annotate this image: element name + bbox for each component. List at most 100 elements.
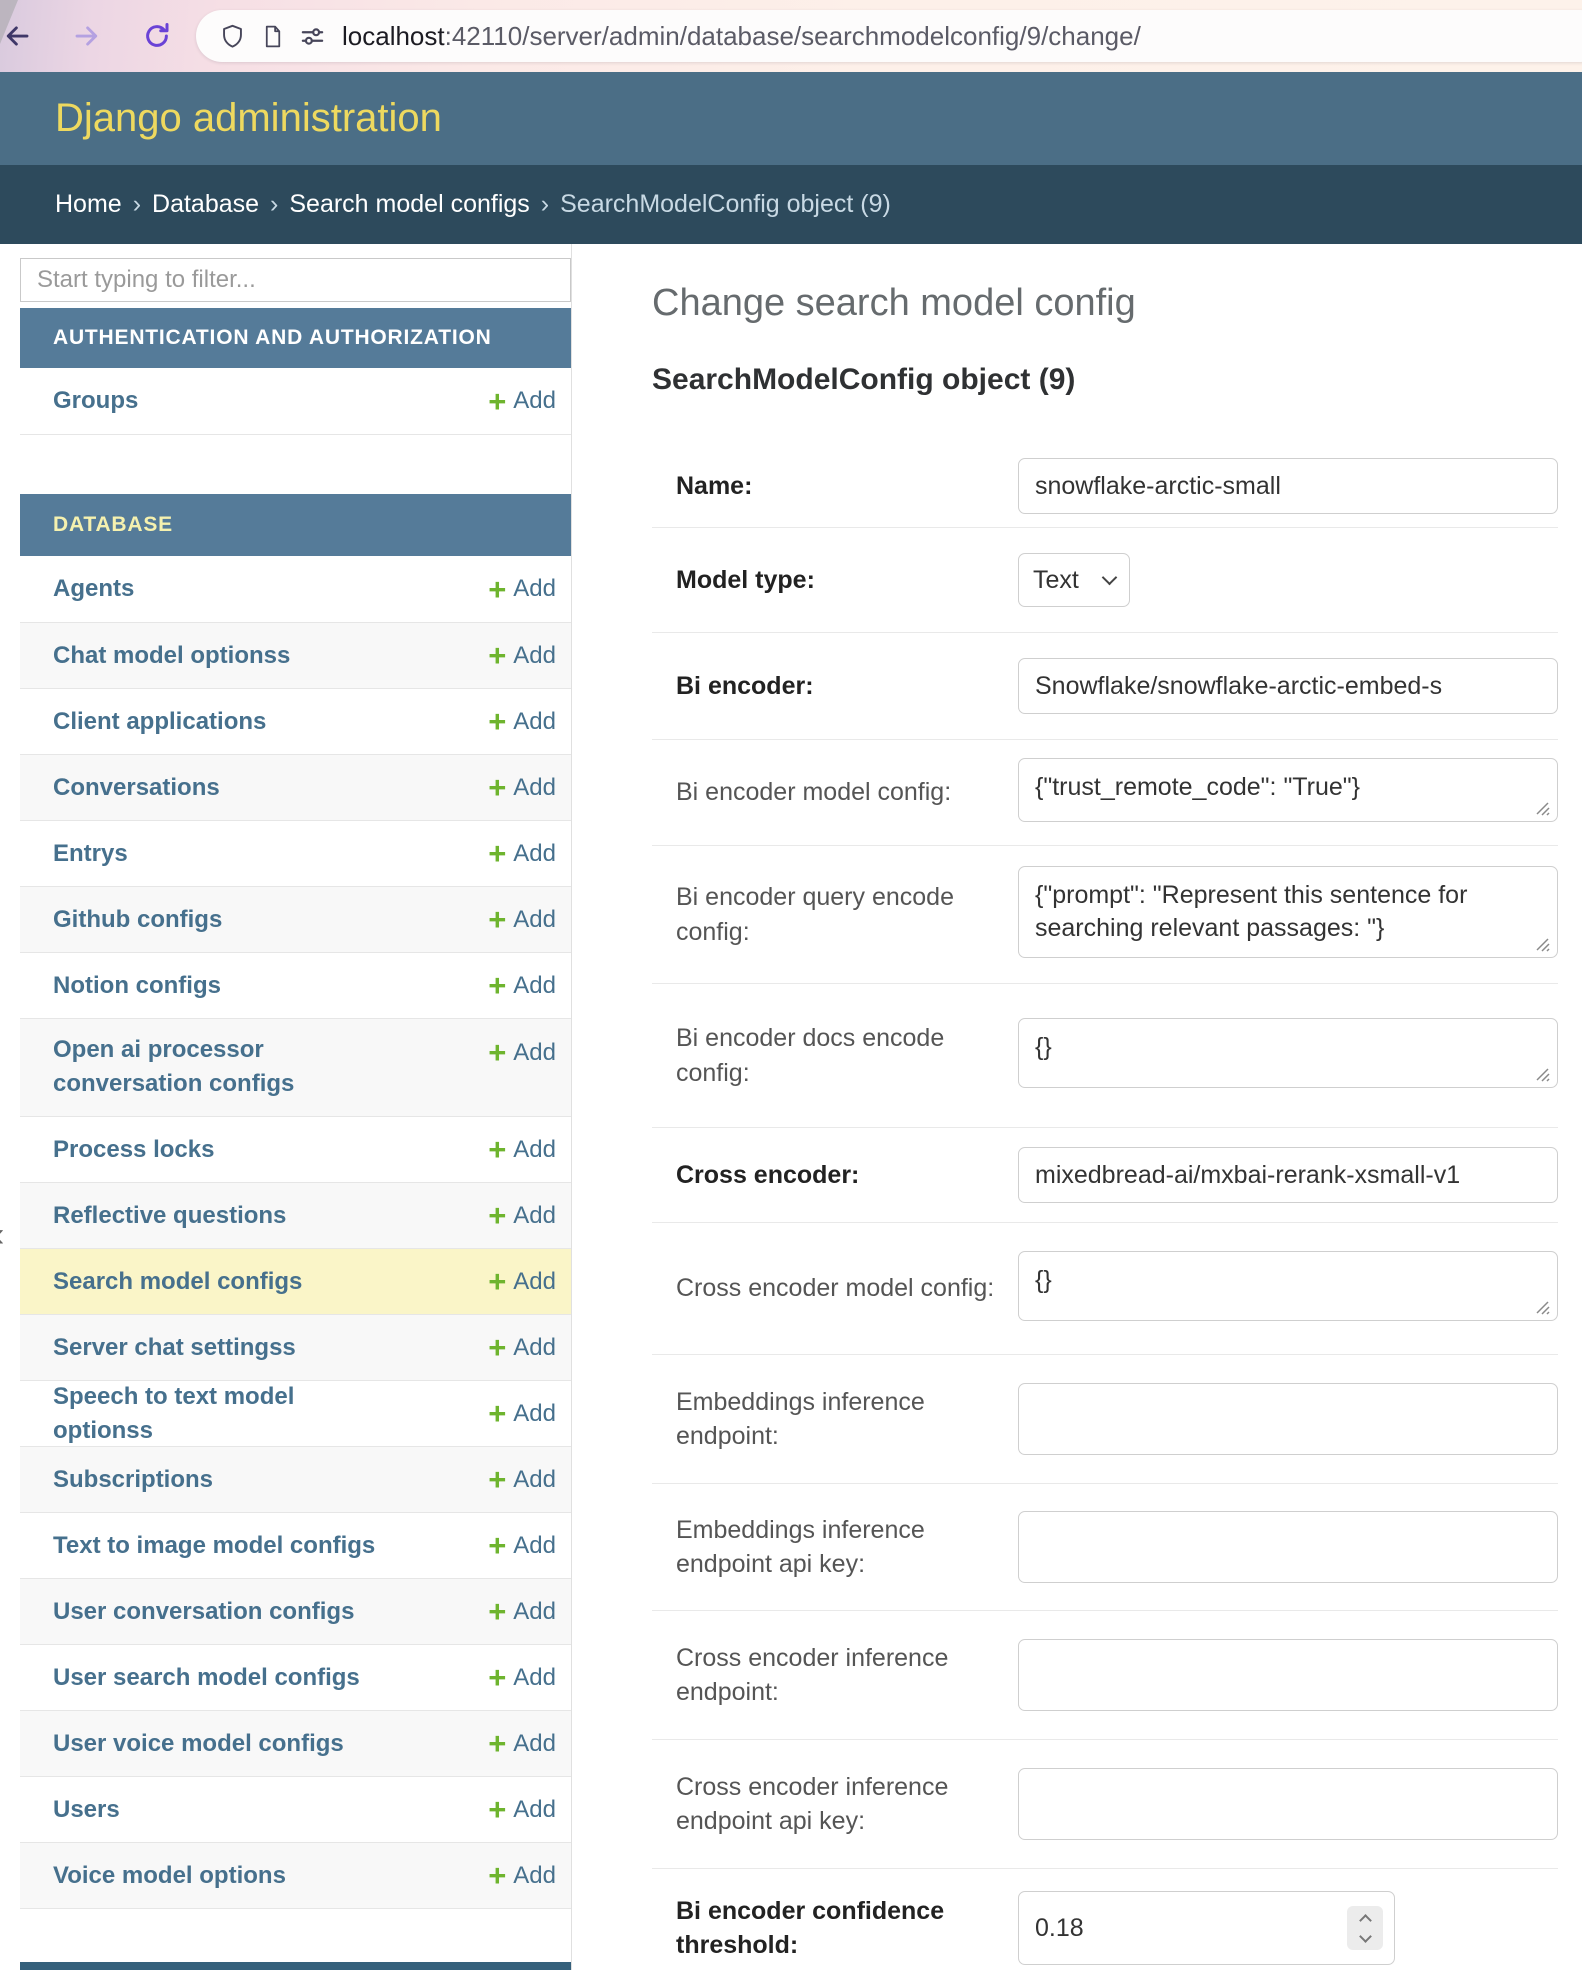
cross-encoder-model-config-textarea[interactable]: {} xyxy=(1018,1251,1558,1321)
breadcrumb-database[interactable]: Database xyxy=(152,190,259,219)
bi-encoder-docs-encode-config-textarea[interactable]: {} xyxy=(1018,1018,1558,1088)
field-label: Cross encoder model config: xyxy=(652,1271,1018,1306)
add-groups-link[interactable]: +Add xyxy=(488,386,571,417)
sidebar-link[interactable]: Subscriptions xyxy=(20,1463,213,1497)
page-info-icon[interactable] xyxy=(252,16,292,56)
add-link[interactable]: +Add xyxy=(488,1596,571,1627)
add-link[interactable]: +Add xyxy=(488,772,571,803)
sidebar-link[interactable]: User search model configs xyxy=(20,1661,360,1695)
back-button[interactable] xyxy=(0,19,34,53)
sidebar-link[interactable]: Reflective questions xyxy=(20,1199,286,1233)
plus-icon: + xyxy=(488,386,506,417)
field-label: Name: xyxy=(652,469,1018,504)
form-row-cross-encoder-inference-endpoint: Cross encoder inference endpoint: xyxy=(652,1611,1558,1740)
sidebar-link[interactable]: Process locks xyxy=(20,1133,214,1167)
breadcrumb-home[interactable]: Home xyxy=(55,190,122,219)
sidebar-collapse-toggle[interactable]: ‹ xyxy=(0,1216,4,1255)
sidebar-item-user-conversation-configs: User conversation configs +Add xyxy=(20,1578,571,1644)
content-main: Change search model config SearchModelCo… xyxy=(572,244,1582,1970)
field-label: Bi encoder query encode config: xyxy=(652,880,1018,949)
sidebar-item-client-applications: Client applications +Add xyxy=(20,688,571,754)
sidebar-link[interactable]: Chat model optionss xyxy=(20,639,290,673)
form-row-name: Name: xyxy=(652,445,1558,528)
sidebar-item-chat-model-optionss: Chat model optionss +Add xyxy=(20,622,571,688)
add-link[interactable]: +Add xyxy=(488,1530,571,1561)
add-link[interactable]: +Add xyxy=(488,838,571,869)
add-link[interactable]: +Add xyxy=(488,970,571,1001)
sidebar-link[interactable]: Client applications xyxy=(20,705,266,739)
add-link[interactable]: +Add xyxy=(488,1019,571,1068)
shield-icon[interactable] xyxy=(212,16,252,56)
sidebar-link[interactable]: Text to image model configs xyxy=(20,1529,375,1563)
add-link[interactable]: +Add xyxy=(488,904,571,935)
sidebar-link[interactable]: User conversation configs xyxy=(20,1595,354,1629)
add-link[interactable]: +Add xyxy=(488,574,571,605)
add-link[interactable]: +Add xyxy=(488,1266,571,1297)
bi-encoder-model-config-textarea[interactable]: {"trust_remote_code": "True"} xyxy=(1018,758,1558,822)
add-link[interactable]: +Add xyxy=(488,1398,571,1429)
model-type-select[interactable]: Text xyxy=(1018,553,1130,607)
sidebar-link[interactable]: Search model configs xyxy=(20,1265,302,1299)
add-link[interactable]: +Add xyxy=(488,1464,571,1495)
add-link[interactable]: +Add xyxy=(488,706,571,737)
sidebar-item-agents: Agents +Add xyxy=(20,556,571,622)
permissions-icon[interactable] xyxy=(292,16,332,56)
stepper-down-icon[interactable] xyxy=(1359,1930,1372,1943)
breadcrumb: Home › Database › Search model configs ›… xyxy=(0,165,1582,244)
sidebar-link[interactable]: Github configs xyxy=(20,903,222,937)
bi-encoder-input[interactable] xyxy=(1018,658,1558,714)
sidebar-link[interactable]: Voice model options xyxy=(20,1859,286,1893)
sidebar-filter-input[interactable] xyxy=(20,258,571,302)
sidebar-link[interactable]: Notion configs xyxy=(20,969,221,1003)
address-bar[interactable]: localhost:42110/server/admin/database/se… xyxy=(196,10,1582,62)
add-link[interactable]: +Add xyxy=(488,1134,571,1165)
add-link[interactable]: +Add xyxy=(488,1794,571,1825)
embeddings-inference-endpoint-input[interactable] xyxy=(1018,1383,1558,1455)
add-link[interactable]: +Add xyxy=(488,1662,571,1693)
field-label: Bi encoder docs encode config: xyxy=(652,1021,1018,1090)
add-link[interactable]: +Add xyxy=(488,1332,571,1363)
sidebar-link[interactable]: User voice model configs xyxy=(20,1727,344,1761)
sidebar-link[interactable]: Agents xyxy=(20,572,134,606)
bi-encoder-query-encode-config-textarea[interactable]: {"prompt": "Represent this sentence for … xyxy=(1018,866,1558,958)
plus-icon: + xyxy=(488,706,506,737)
plus-icon: + xyxy=(488,1530,506,1561)
add-link[interactable]: +Add xyxy=(488,1200,571,1231)
page-title: Change search model config xyxy=(652,282,1558,325)
bi-encoder-confidence-threshold-input[interactable] xyxy=(1018,1891,1395,1965)
stepper-up-icon[interactable] xyxy=(1359,1914,1372,1927)
cross-encoder-inference-endpoint-input[interactable] xyxy=(1018,1639,1558,1711)
sidebar-item-github-configs: Github configs +Add xyxy=(20,886,571,952)
number-stepper[interactable] xyxy=(1347,1906,1383,1950)
url-path: :42110/server/admin/database/searchmodel… xyxy=(445,21,1141,51)
cross-encoder-input[interactable] xyxy=(1018,1147,1558,1203)
forward-icon xyxy=(72,21,102,51)
breadcrumb-search-model-configs[interactable]: Search model configs xyxy=(289,190,529,219)
chevron-down-icon xyxy=(1102,569,1118,585)
add-link[interactable]: +Add xyxy=(488,640,571,671)
forward-button[interactable] xyxy=(70,19,104,53)
field-label: Model type: xyxy=(652,563,1018,598)
add-link[interactable]: +Add xyxy=(488,1860,571,1891)
sidebar-item-groups: Groups +Add xyxy=(20,368,571,434)
sidebar-link[interactable]: Open ai processor conversation configs xyxy=(20,1019,400,1100)
name-input[interactable] xyxy=(1018,458,1558,514)
sidebar-link[interactable]: Server chat settingss xyxy=(20,1331,296,1365)
refresh-button[interactable] xyxy=(140,19,174,53)
field-label: Embeddings inference endpoint: xyxy=(652,1385,1018,1454)
plus-icon: + xyxy=(488,772,506,803)
site-title[interactable]: Django administration xyxy=(0,96,442,141)
plus-icon: + xyxy=(488,1398,506,1429)
sidebar-link[interactable]: Conversations xyxy=(20,771,220,805)
sidebar-link[interactable]: Users xyxy=(20,1793,120,1827)
cross-encoder-inference-endpoint-api-key-input[interactable] xyxy=(1018,1768,1558,1840)
sidebar-link-groups[interactable]: Groups xyxy=(20,384,138,418)
plus-icon: + xyxy=(488,1134,506,1165)
sidebar-link[interactable]: Speech to text model optionss xyxy=(20,1380,400,1447)
sidebar-link[interactable]: Entrys xyxy=(20,837,128,871)
embeddings-inference-endpoint-api-key-input[interactable] xyxy=(1018,1511,1558,1583)
sidebar-item-user-voice-model-configs: User voice model configs +Add xyxy=(20,1710,571,1776)
add-link[interactable]: +Add xyxy=(488,1728,571,1759)
field-label: Cross encoder: xyxy=(652,1158,1018,1193)
breadcrumb-current: SearchModelConfig object (9) xyxy=(560,190,891,219)
